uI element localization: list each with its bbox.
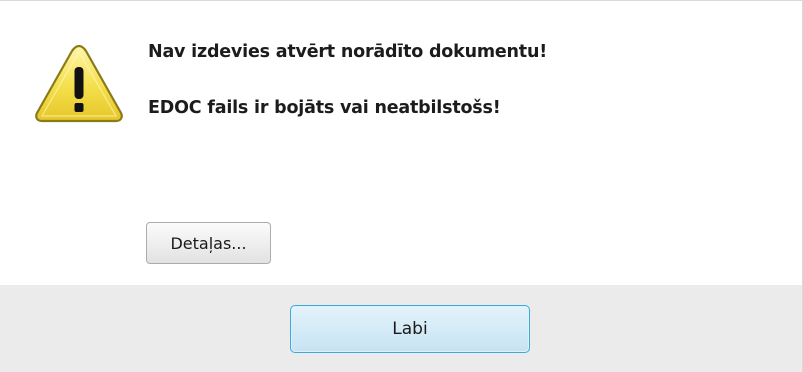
error-message-detail: EDOC fails ir bojāts vai neatbilstošs! bbox=[148, 98, 501, 118]
ok-button[interactable]: Labi bbox=[290, 305, 530, 353]
error-dialog: Nav izdevies atvērt norādīto dokumentu! … bbox=[0, 0, 803, 372]
details-button[interactable]: Detaļas... bbox=[146, 222, 271, 264]
warning-icon bbox=[35, 44, 123, 123]
dialog-footer: Labi bbox=[0, 285, 802, 372]
error-message-title: Nav izdevies atvērt norādīto dokumentu! bbox=[148, 42, 547, 62]
